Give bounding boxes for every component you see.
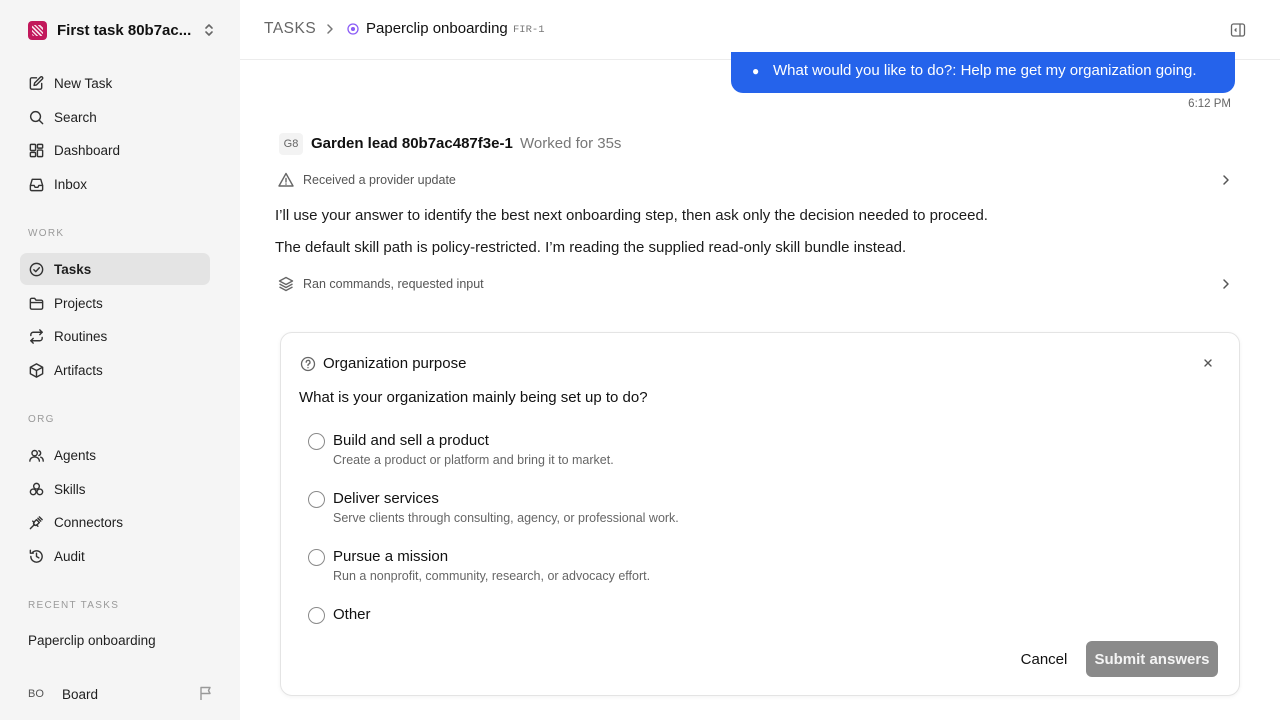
org-logo-icon bbox=[28, 20, 47, 40]
recent-task-item[interactable]: Paperclip onboarding bbox=[28, 633, 156, 648]
option-other[interactable]: Other bbox=[308, 604, 908, 628]
card-title: Organization purpose bbox=[323, 355, 467, 372]
option-description: Serve clients through consulting, agency… bbox=[333, 511, 679, 525]
agent-name: Garden lead 80b7ac487f3e-1 bbox=[311, 135, 513, 152]
flag-icon[interactable] bbox=[198, 685, 214, 701]
option-label: Pursue a mission bbox=[333, 548, 449, 565]
option-label: Deliver services bbox=[333, 490, 439, 507]
nav-label: Tasks bbox=[54, 261, 92, 277]
skills-icon bbox=[27, 480, 45, 498]
nav-search[interactable]: Search bbox=[20, 101, 210, 133]
nav-label: Routines bbox=[54, 328, 108, 344]
nav-tasks[interactable]: Tasks bbox=[20, 253, 210, 285]
nav-label: Search bbox=[54, 109, 97, 125]
nav-label: Projects bbox=[54, 295, 103, 311]
users-icon bbox=[27, 446, 45, 464]
nav-label: Artifacts bbox=[54, 362, 103, 378]
plug-icon bbox=[27, 513, 45, 531]
warning-icon bbox=[278, 172, 294, 187]
nav-label: Dashboard bbox=[54, 142, 121, 158]
edit-icon bbox=[27, 74, 45, 92]
option-build-and-sell[interactable]: Build and sell a product Create a produc… bbox=[308, 430, 908, 474]
nav-label: Audit bbox=[54, 548, 85, 564]
chevron-up-down-icon bbox=[205, 24, 213, 36]
commands-row[interactable]: Ran commands, requested input bbox=[275, 272, 1235, 296]
check-circle-icon bbox=[27, 260, 45, 278]
chevron-right-icon bbox=[1223, 279, 1229, 289]
chevron-right-icon bbox=[327, 24, 333, 34]
nav-label: Skills bbox=[54, 481, 86, 497]
nav-label: New Task bbox=[54, 75, 113, 91]
sidebar: First task 80b7ac... New Task Search Das… bbox=[0, 0, 240, 720]
inbox-icon bbox=[27, 175, 45, 193]
agent-message-paragraph: I’ll use your answer to identify the bes… bbox=[275, 207, 988, 224]
section-label-work: WORK bbox=[28, 228, 65, 239]
nav-dashboard[interactable]: Dashboard bbox=[20, 134, 210, 166]
question-circle-icon bbox=[300, 356, 316, 372]
radio-button[interactable] bbox=[308, 433, 325, 450]
card-question: What is your organization mainly being s… bbox=[299, 389, 648, 406]
user-message-text: What would you like to do?: Help me get … bbox=[773, 62, 1197, 79]
nav-projects[interactable]: Projects bbox=[20, 287, 210, 319]
bullet-icon: ● bbox=[752, 64, 760, 78]
option-description: Create a product or platform and bring i… bbox=[333, 453, 614, 467]
org-name: First task 80b7ac... bbox=[57, 21, 192, 39]
section-label-org: ORG bbox=[28, 414, 55, 425]
layers-icon bbox=[278, 276, 294, 292]
chevron-right-icon bbox=[1223, 175, 1229, 185]
nav-routines[interactable]: Routines bbox=[20, 320, 210, 352]
question-card: Organization purpose What is your organi… bbox=[280, 332, 1240, 696]
repeat-icon bbox=[27, 327, 45, 345]
nav-inbox[interactable]: Inbox bbox=[20, 168, 210, 200]
org-switcher[interactable]: First task 80b7ac... bbox=[20, 18, 216, 42]
status-circle-icon bbox=[347, 23, 359, 35]
nav-label: Connectors bbox=[54, 514, 124, 530]
top-header: TASKS Paperclip onboarding FIR-1 bbox=[240, 0, 1280, 60]
user-message-bubble: ● What would you like to do?: Help me ge… bbox=[731, 52, 1235, 93]
nav-agents[interactable]: Agents bbox=[20, 439, 210, 471]
event-label: Received a provider update bbox=[303, 173, 456, 187]
folder-icon bbox=[27, 294, 45, 312]
option-pursue-mission[interactable]: Pursue a mission Run a nonprofit, commun… bbox=[308, 546, 908, 590]
dashboard-icon bbox=[27, 141, 45, 159]
nav-audit[interactable]: Audit bbox=[20, 540, 210, 572]
option-label: Build and sell a product bbox=[333, 432, 489, 449]
search-icon bbox=[27, 108, 45, 126]
task-id: FIR-1 bbox=[513, 24, 545, 36]
nav-artifacts[interactable]: Artifacts bbox=[20, 354, 210, 386]
message-timestamp: 6:12 PM bbox=[1188, 98, 1231, 110]
provider-update-row[interactable]: Received a provider update bbox=[275, 168, 1235, 192]
close-icon[interactable] bbox=[1201, 356, 1215, 370]
board-user[interactable]: BO Board bbox=[28, 684, 214, 704]
box-icon bbox=[27, 361, 45, 379]
radio-button[interactable] bbox=[308, 549, 325, 566]
panel-toggle-icon[interactable] bbox=[1230, 22, 1246, 38]
radio-button[interactable] bbox=[308, 491, 325, 508]
agent-avatar: G8 bbox=[279, 133, 303, 155]
nav-connectors[interactable]: Connectors bbox=[20, 506, 210, 538]
avatar: BO bbox=[28, 688, 44, 700]
nav-label: Inbox bbox=[54, 176, 88, 192]
option-description: Run a nonprofit, community, research, or… bbox=[333, 569, 651, 583]
nav-skills[interactable]: Skills bbox=[20, 473, 210, 505]
option-label: Other bbox=[333, 606, 371, 623]
option-deliver-services[interactable]: Deliver services Serve clients through c… bbox=[308, 488, 908, 532]
cancel-button[interactable]: Cancel bbox=[1010, 641, 1078, 677]
nav-label: Agents bbox=[54, 447, 97, 463]
section-label-recent-tasks: RECENT TASKS bbox=[28, 600, 120, 611]
agent-message-paragraph: The default skill path is policy-restric… bbox=[275, 239, 907, 256]
history-icon bbox=[27, 547, 45, 565]
board-name: Board bbox=[62, 686, 99, 702]
event-label: Ran commands, requested input bbox=[303, 277, 484, 291]
nav-new-task[interactable]: New Task bbox=[20, 67, 210, 99]
breadcrumb-tasks[interactable]: TASKS bbox=[264, 20, 316, 38]
agent-worked-duration: Worked for 35s bbox=[520, 135, 622, 152]
breadcrumb-task-title: Paperclip onboarding bbox=[366, 20, 508, 37]
submit-answers-button[interactable]: Submit answers bbox=[1086, 641, 1218, 677]
radio-button[interactable] bbox=[308, 607, 325, 624]
